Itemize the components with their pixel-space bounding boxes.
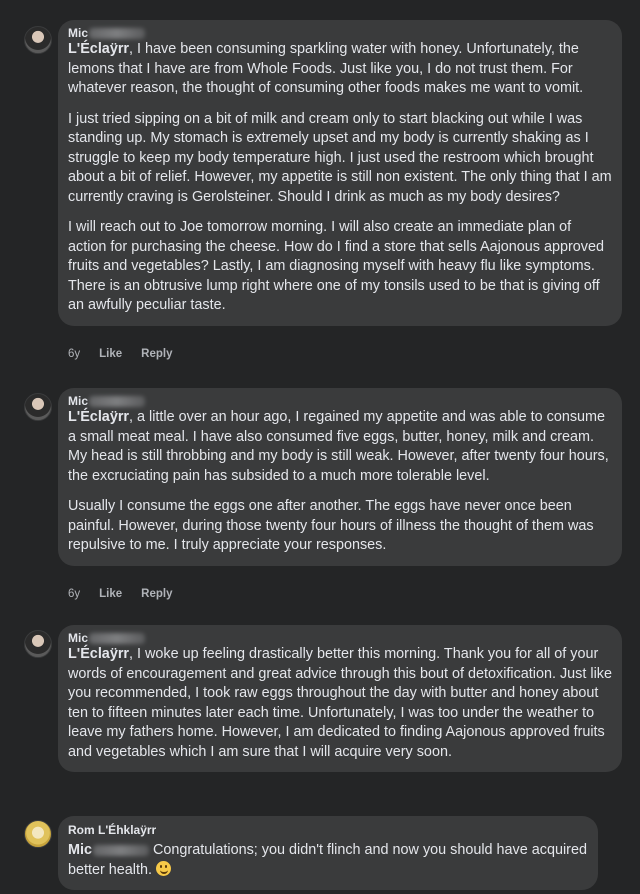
reply-button[interactable]: Reply xyxy=(141,588,172,600)
comment-bubble: Mic L'Éclaÿrr, a little over an hour ago… xyxy=(58,388,622,566)
comment-actions: 6y Like Reply xyxy=(68,348,173,360)
reply-button[interactable]: Reply xyxy=(141,348,172,360)
comment-author[interactable]: Mic xyxy=(68,394,612,408)
comment-author[interactable]: Mic xyxy=(68,631,612,645)
comment-paragraph: Mic Congratulations; you didn't flinch a… xyxy=(68,842,587,878)
avatar[interactable] xyxy=(24,26,52,54)
comment-paragraph: L'Éclaÿrr, a little over an hour ago, I … xyxy=(68,409,609,484)
like-button[interactable]: Like xyxy=(99,348,122,360)
mention-link[interactable]: L'Éclaÿrr xyxy=(68,409,129,425)
mention-link[interactable]: Mic xyxy=(68,842,149,858)
avatar[interactable] xyxy=(24,630,52,658)
timestamp[interactable]: 6y xyxy=(68,348,80,360)
avatar[interactable] xyxy=(24,393,52,421)
comment-bubble: Mic L'Éclaÿrr, I have been consuming spa… xyxy=(58,20,622,326)
comment-author[interactable]: Rom L'Éhklaÿrr xyxy=(68,823,588,837)
comment-paragraph: I just tried sipping on a bit of milk an… xyxy=(68,110,612,205)
comment-bubble: Mic L'Éclaÿrr, I woke up feeling drastic… xyxy=(58,625,622,772)
redacted-name xyxy=(89,633,146,645)
comment-paragraph: L'Éclaÿrr, I have been consuming sparkli… xyxy=(68,41,584,96)
avatar[interactable] xyxy=(24,820,52,848)
comment-paragraph: I will reach out to Joe tomorrow morning… xyxy=(68,219,604,313)
redacted-name xyxy=(89,396,146,408)
redacted-name xyxy=(89,28,146,40)
comment-author[interactable]: Mic xyxy=(68,26,612,40)
timestamp[interactable]: 6y xyxy=(68,588,80,600)
smiling-face-icon xyxy=(156,860,172,876)
mention-link[interactable]: L'Éclaÿrr xyxy=(68,41,129,57)
like-button[interactable]: Like xyxy=(99,588,122,600)
comment-actions: 6y Like Reply xyxy=(68,588,173,600)
redacted-name xyxy=(93,844,149,856)
comment-paragraph: Usually I consume the eggs one after ano… xyxy=(68,498,594,553)
comment-bubble: Rom L'Éhklaÿrr Mic Congratulations; you … xyxy=(58,816,598,890)
mention-link[interactable]: L'Éclaÿrr xyxy=(68,646,129,662)
comment-paragraph: L'Éclaÿrr, I woke up feeling drastically… xyxy=(68,646,612,760)
